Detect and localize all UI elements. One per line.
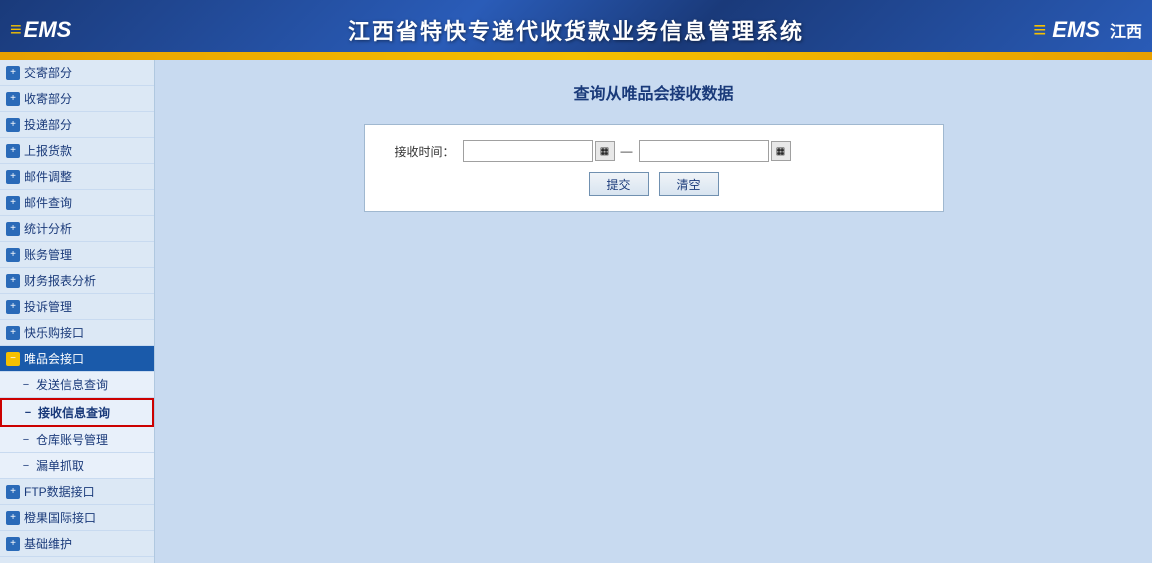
sidebar-item-jiaoji[interactable]: + 交寄部分 <box>0 60 154 86</box>
ems-text-left: EMS <box>24 17 72 43</box>
sidebar-item-kuaile[interactable]: + 快乐购接口 <box>0 320 154 346</box>
sidebar-label-ftp: FTP数据接口 <box>24 483 95 500</box>
sub-bullet-fasong: − <box>20 379 32 391</box>
form-buttons: 提交 清空 <box>385 172 923 196</box>
sidebar-label-jichu: 基础维护 <box>24 535 72 552</box>
ems-arrow-right: ≡ <box>1033 17 1046 42</box>
end-time-input[interactable] <box>639 140 769 162</box>
ems-arrow-left: ≡ <box>10 19 22 42</box>
content-area: 查询从唯品会接收数据 接收时间： ▦ — ▦ 提交 清空 <box>155 60 1152 563</box>
bullet-toudi: + <box>6 118 20 132</box>
sidebar-item-zhangwu[interactable]: + 账务管理 <box>0 242 154 268</box>
bullet-shangbao: + <box>6 144 20 158</box>
sidebar-label-tousu: 投诉管理 <box>24 298 72 315</box>
header-logo-left: ≡ EMS <box>10 17 71 43</box>
bullet-shougou: + <box>6 92 20 106</box>
sub-bullet-jieshou: − <box>22 407 34 419</box>
sidebar-item-caiwu[interactable]: + 财务报表分析 <box>0 268 154 294</box>
sidebar-item-jieshou[interactable]: − 接收信息查询 <box>0 398 154 427</box>
main-layout: + 交寄部分 + 收寄部分 + 投递部分 + 上报货款 + 邮件调整 + 邮件查… <box>0 60 1152 563</box>
sidebar-item-shougou[interactable]: + 收寄部分 <box>0 86 154 112</box>
sub-bullet-cangku: − <box>20 434 32 446</box>
end-date-icon[interactable]: ▦ <box>771 141 791 161</box>
time-label: 接收时间： <box>385 143 455 160</box>
sidebar-label-fasong: 发送信息查询 <box>36 376 108 393</box>
sidebar-label-youjianchaxun: 邮件查询 <box>24 194 72 211</box>
sub-bullet-loudan: − <box>20 460 32 472</box>
sidebar-item-youjiantiaoz[interactable]: + 邮件调整 <box>0 164 154 190</box>
form-container: 接收时间： ▦ — ▦ 提交 清空 <box>364 124 944 212</box>
sidebar-label-loudan: 漏单抓取 <box>36 457 84 474</box>
bullet-youjiantiaoz: + <box>6 170 20 184</box>
sidebar-label-shougou: 收寄部分 <box>24 90 72 107</box>
ems-logo-right: ≡ EMS <box>1033 17 1100 43</box>
sidebar-label-jieshou: 接收信息查询 <box>38 404 110 421</box>
ems-logo-left: ≡ EMS <box>10 17 71 43</box>
sidebar-item-cangku[interactable]: − 仓库账号管理 <box>0 427 154 453</box>
sidebar-item-tuichu[interactable]: + 退出系统 <box>0 557 154 563</box>
bullet-jichu: + <box>6 537 20 551</box>
bullet-youjianchaxun: + <box>6 196 20 210</box>
sidebar-item-pinguo[interactable]: + 橙果国际接口 <box>0 505 154 531</box>
start-time-input[interactable] <box>463 140 593 162</box>
start-date-icon[interactable]: ▦ <box>595 141 615 161</box>
sidebar-label-weipin: 唯品会接口 <box>24 350 84 367</box>
bullet-zhangwu: + <box>6 248 20 262</box>
sidebar: + 交寄部分 + 收寄部分 + 投递部分 + 上报货款 + 邮件调整 + 邮件查… <box>0 60 155 563</box>
sidebar-label-caiwu: 财务报表分析 <box>24 272 96 289</box>
bullet-kuaile: + <box>6 326 20 340</box>
sidebar-item-youjianchaxun[interactable]: + 邮件查询 <box>0 190 154 216</box>
sidebar-label-toudi: 投递部分 <box>24 116 72 133</box>
sidebar-label-kuaile: 快乐购接口 <box>24 324 84 341</box>
time-row: 接收时间： ▦ — ▦ <box>385 140 923 162</box>
header-right: ≡ EMS 江西 <box>1033 17 1142 43</box>
sidebar-item-loudan[interactable]: − 漏单抓取 <box>0 453 154 479</box>
sidebar-label-youjiantiaoz: 邮件调整 <box>24 168 72 185</box>
header: ≡ EMS 江西省特快专递代收货款业务信息管理系统 ≡ EMS 江西 <box>0 0 1152 60</box>
ems-text-right: EMS <box>1052 17 1100 42</box>
sidebar-item-jichu[interactable]: + 基础维护 <box>0 531 154 557</box>
sidebar-label-tongji: 统计分析 <box>24 220 72 237</box>
sidebar-item-shangbao[interactable]: + 上报货款 <box>0 138 154 164</box>
submit-button[interactable]: 提交 <box>589 172 649 196</box>
content-title: 查询从唯品会接收数据 <box>573 80 733 104</box>
bullet-ftp: + <box>6 485 20 499</box>
bullet-weipin: − <box>6 352 20 366</box>
bullet-tongji: + <box>6 222 20 236</box>
region-text: 江西 <box>1110 18 1142 42</box>
sidebar-label-zhangwu: 账务管理 <box>24 246 72 263</box>
sidebar-item-tongji[interactable]: + 统计分析 <box>0 216 154 242</box>
sidebar-item-fasong[interactable]: − 发送信息查询 <box>0 372 154 398</box>
bullet-caiwu: + <box>6 274 20 288</box>
bullet-tousu: + <box>6 300 20 314</box>
bullet-jiaoji: + <box>6 66 20 80</box>
clear-button[interactable]: 清空 <box>659 172 719 196</box>
bullet-pinguo: + <box>6 511 20 525</box>
sidebar-label-cangku: 仓库账号管理 <box>36 431 108 448</box>
sidebar-item-weipin[interactable]: − 唯品会接口 <box>0 346 154 372</box>
separator: — <box>621 144 633 158</box>
sidebar-item-tousu[interactable]: + 投诉管理 <box>0 294 154 320</box>
sidebar-label-pinguo: 橙果国际接口 <box>24 509 96 526</box>
sidebar-item-ftp[interactable]: + FTP数据接口 <box>0 479 154 505</box>
sidebar-item-toudi[interactable]: + 投递部分 <box>0 112 154 138</box>
header-title: 江西省特快专递代收货款业务信息管理系统 <box>348 14 804 46</box>
sidebar-label-shangbao: 上报货款 <box>24 142 72 159</box>
sidebar-label-jiaoji: 交寄部分 <box>24 64 72 81</box>
